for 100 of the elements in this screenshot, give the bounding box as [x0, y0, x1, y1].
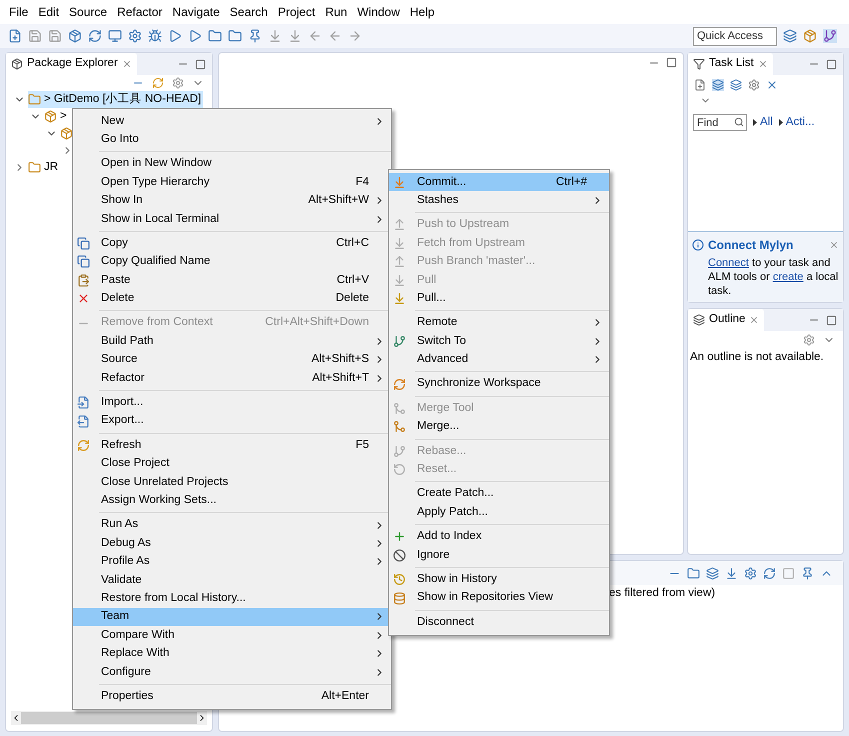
toolbar-icon[interactable]: [744, 566, 757, 580]
menu-item[interactable]: Merge...: [389, 418, 609, 436]
toolbar-icon[interactable]: [108, 29, 122, 43]
toolbar-icon[interactable]: [248, 29, 262, 43]
menu-item[interactable]: Delete Delete: [73, 290, 391, 308]
toolbar-icon[interactable]: [188, 29, 202, 43]
menu-item[interactable]: Open Type Hierarchy F4: [73, 173, 391, 192]
toolbar-icon[interactable]: [128, 29, 142, 43]
menu-item[interactable]: Team: [73, 608, 391, 626]
toolbar-icon[interactable]: [801, 566, 814, 580]
perspective-icon[interactable]: [823, 29, 837, 43]
settings-icon[interactable]: [803, 334, 815, 346]
settings-icon[interactable]: [172, 77, 184, 89]
menu-item[interactable]: Remote: [389, 314, 609, 332]
filter-link[interactable]: Acti...: [786, 114, 815, 132]
close-icon[interactable]: [829, 240, 839, 250]
menu-item[interactable]: Profile As: [73, 552, 391, 571]
menu-item[interactable]: Refactor Alt+Shift+T: [73, 369, 391, 388]
quick-access-field[interactable]: Quick Access: [693, 26, 777, 46]
menu-item[interactable]: Add to Index: [389, 528, 609, 546]
toolbar-icon[interactable]: [148, 29, 162, 43]
menu-item[interactable]: Close Project: [73, 454, 391, 474]
menu-bar-item[interactable]: Search: [224, 3, 273, 21]
maximize-icon[interactable]: [195, 58, 206, 70]
menu-item[interactable]: Show in Local Terminal: [73, 210, 391, 228]
close-icon[interactable]: [749, 315, 760, 325]
horizontal-scrollbar[interactable]: [11, 711, 207, 725]
perspective-icon[interactable]: [783, 29, 797, 43]
menu-bar-item[interactable]: Project: [272, 3, 320, 21]
toolbar-icon[interactable]: [228, 29, 242, 43]
menu-item[interactable]: Compare With: [73, 626, 391, 645]
menu-item[interactable]: Replace With: [73, 644, 391, 663]
menu-item[interactable]: Copy Qualified Name: [73, 252, 391, 272]
menu-bar-item[interactable]: Window: [352, 3, 405, 21]
tree-item[interactable]: > GitDemo [小工具 NO-HEAD]: [28, 90, 204, 108]
find-field[interactable]: Find: [693, 114, 747, 131]
menu-item[interactable]: Advanced: [389, 350, 609, 369]
maximize-icon[interactable]: [666, 57, 677, 68]
menu-item[interactable]: Commit... Ctrl+#: [389, 173, 609, 192]
menu-bar-item[interactable]: File: [4, 3, 34, 21]
menu-item[interactable]: Export...: [73, 412, 391, 430]
toolbar-icon[interactable]: [706, 566, 719, 580]
menu-item[interactable]: Apply Patch...: [389, 503, 609, 522]
toolbar-icon[interactable]: [48, 29, 62, 43]
toolbar-icon[interactable]: [28, 29, 42, 43]
menu-item[interactable]: Validate: [73, 570, 391, 590]
menu-item[interactable]: Import...: [73, 393, 391, 412]
maximize-icon[interactable]: [826, 58, 837, 70]
menu-item[interactable]: Open in New Window: [73, 154, 391, 174]
menu-bar-item[interactable]: Source: [64, 3, 112, 21]
menu-item[interactable]: Run As: [73, 516, 391, 534]
close-icon[interactable]: [122, 59, 132, 69]
menu-item[interactable]: Pull...: [389, 289, 609, 308]
new-task-icon[interactable]: [694, 79, 706, 91]
menu-item[interactable]: Stashes: [389, 191, 609, 210]
menu-bar-item[interactable]: Run: [320, 3, 352, 21]
perspective-icon[interactable]: [803, 29, 817, 43]
link-icon[interactable]: [152, 77, 164, 89]
menu-item[interactable]: Properties Alt+Enter: [73, 687, 391, 706]
menu-item[interactable]: New: [73, 112, 391, 130]
menu-item[interactable]: Show in Repositories View: [389, 588, 609, 608]
view-tab[interactable]: Task List: [688, 53, 773, 75]
categorized-icon[interactable]: [712, 79, 724, 91]
menu-item[interactable]: Create Patch...: [389, 484, 609, 504]
toolbar-icon[interactable]: [8, 29, 22, 43]
menu-item[interactable]: Paste Ctrl+V: [73, 271, 391, 290]
settings-icon[interactable]: [748, 79, 760, 91]
toolbar-icon[interactable]: [288, 29, 302, 43]
menu-item[interactable]: Build Path: [73, 332, 391, 351]
toolbar-icon[interactable]: [88, 29, 102, 43]
menu-item[interactable]: Go Into: [73, 130, 391, 149]
menu-item[interactable]: Show In Alt+Shift+W: [73, 192, 391, 210]
menu-item[interactable]: Synchronize Workspace: [389, 374, 609, 394]
menu-item[interactable]: Refresh F5: [73, 436, 391, 455]
menu-item[interactable]: Copy Ctrl+C: [73, 234, 391, 253]
toolbar-icon[interactable]: [308, 29, 322, 43]
menu-item[interactable]: Configure: [73, 662, 391, 682]
menu-item[interactable]: Debug As: [73, 534, 391, 553]
tree-item[interactable]: >: [44, 108, 69, 126]
scheduled-icon[interactable]: [730, 79, 742, 91]
toolbar-icon[interactable]: [687, 566, 700, 580]
menu-bar-item[interactable]: Edit: [33, 3, 64, 21]
toolbar-icon[interactable]: [208, 29, 222, 43]
create-link[interactable]: create: [772, 271, 804, 283]
toolbar-icon[interactable]: [68, 29, 82, 43]
close-icon[interactable]: [758, 59, 768, 69]
close-icon[interactable]: [766, 79, 778, 91]
menu-bar-item[interactable]: Help: [404, 3, 440, 21]
toolbar-icon[interactable]: [348, 29, 362, 43]
toolbar-icon[interactable]: [268, 29, 282, 43]
menu-item[interactable]: Assign Working Sets...: [73, 491, 391, 510]
menu-item[interactable]: Restore from Local History...: [73, 589, 391, 608]
menu-item[interactable]: Source Alt+Shift+S: [73, 350, 391, 370]
menu-item[interactable]: Switch To: [389, 332, 609, 351]
menu-bar-item[interactable]: Navigate: [167, 3, 225, 21]
view-tab[interactable]: Outline: [688, 309, 764, 331]
menu-item[interactable]: Ignore: [389, 546, 609, 564]
toolbar-icon[interactable]: [168, 29, 182, 43]
view-tab[interactable]: Package Explorer: [6, 53, 137, 75]
menu-bar-item[interactable]: Refactor: [112, 3, 168, 21]
